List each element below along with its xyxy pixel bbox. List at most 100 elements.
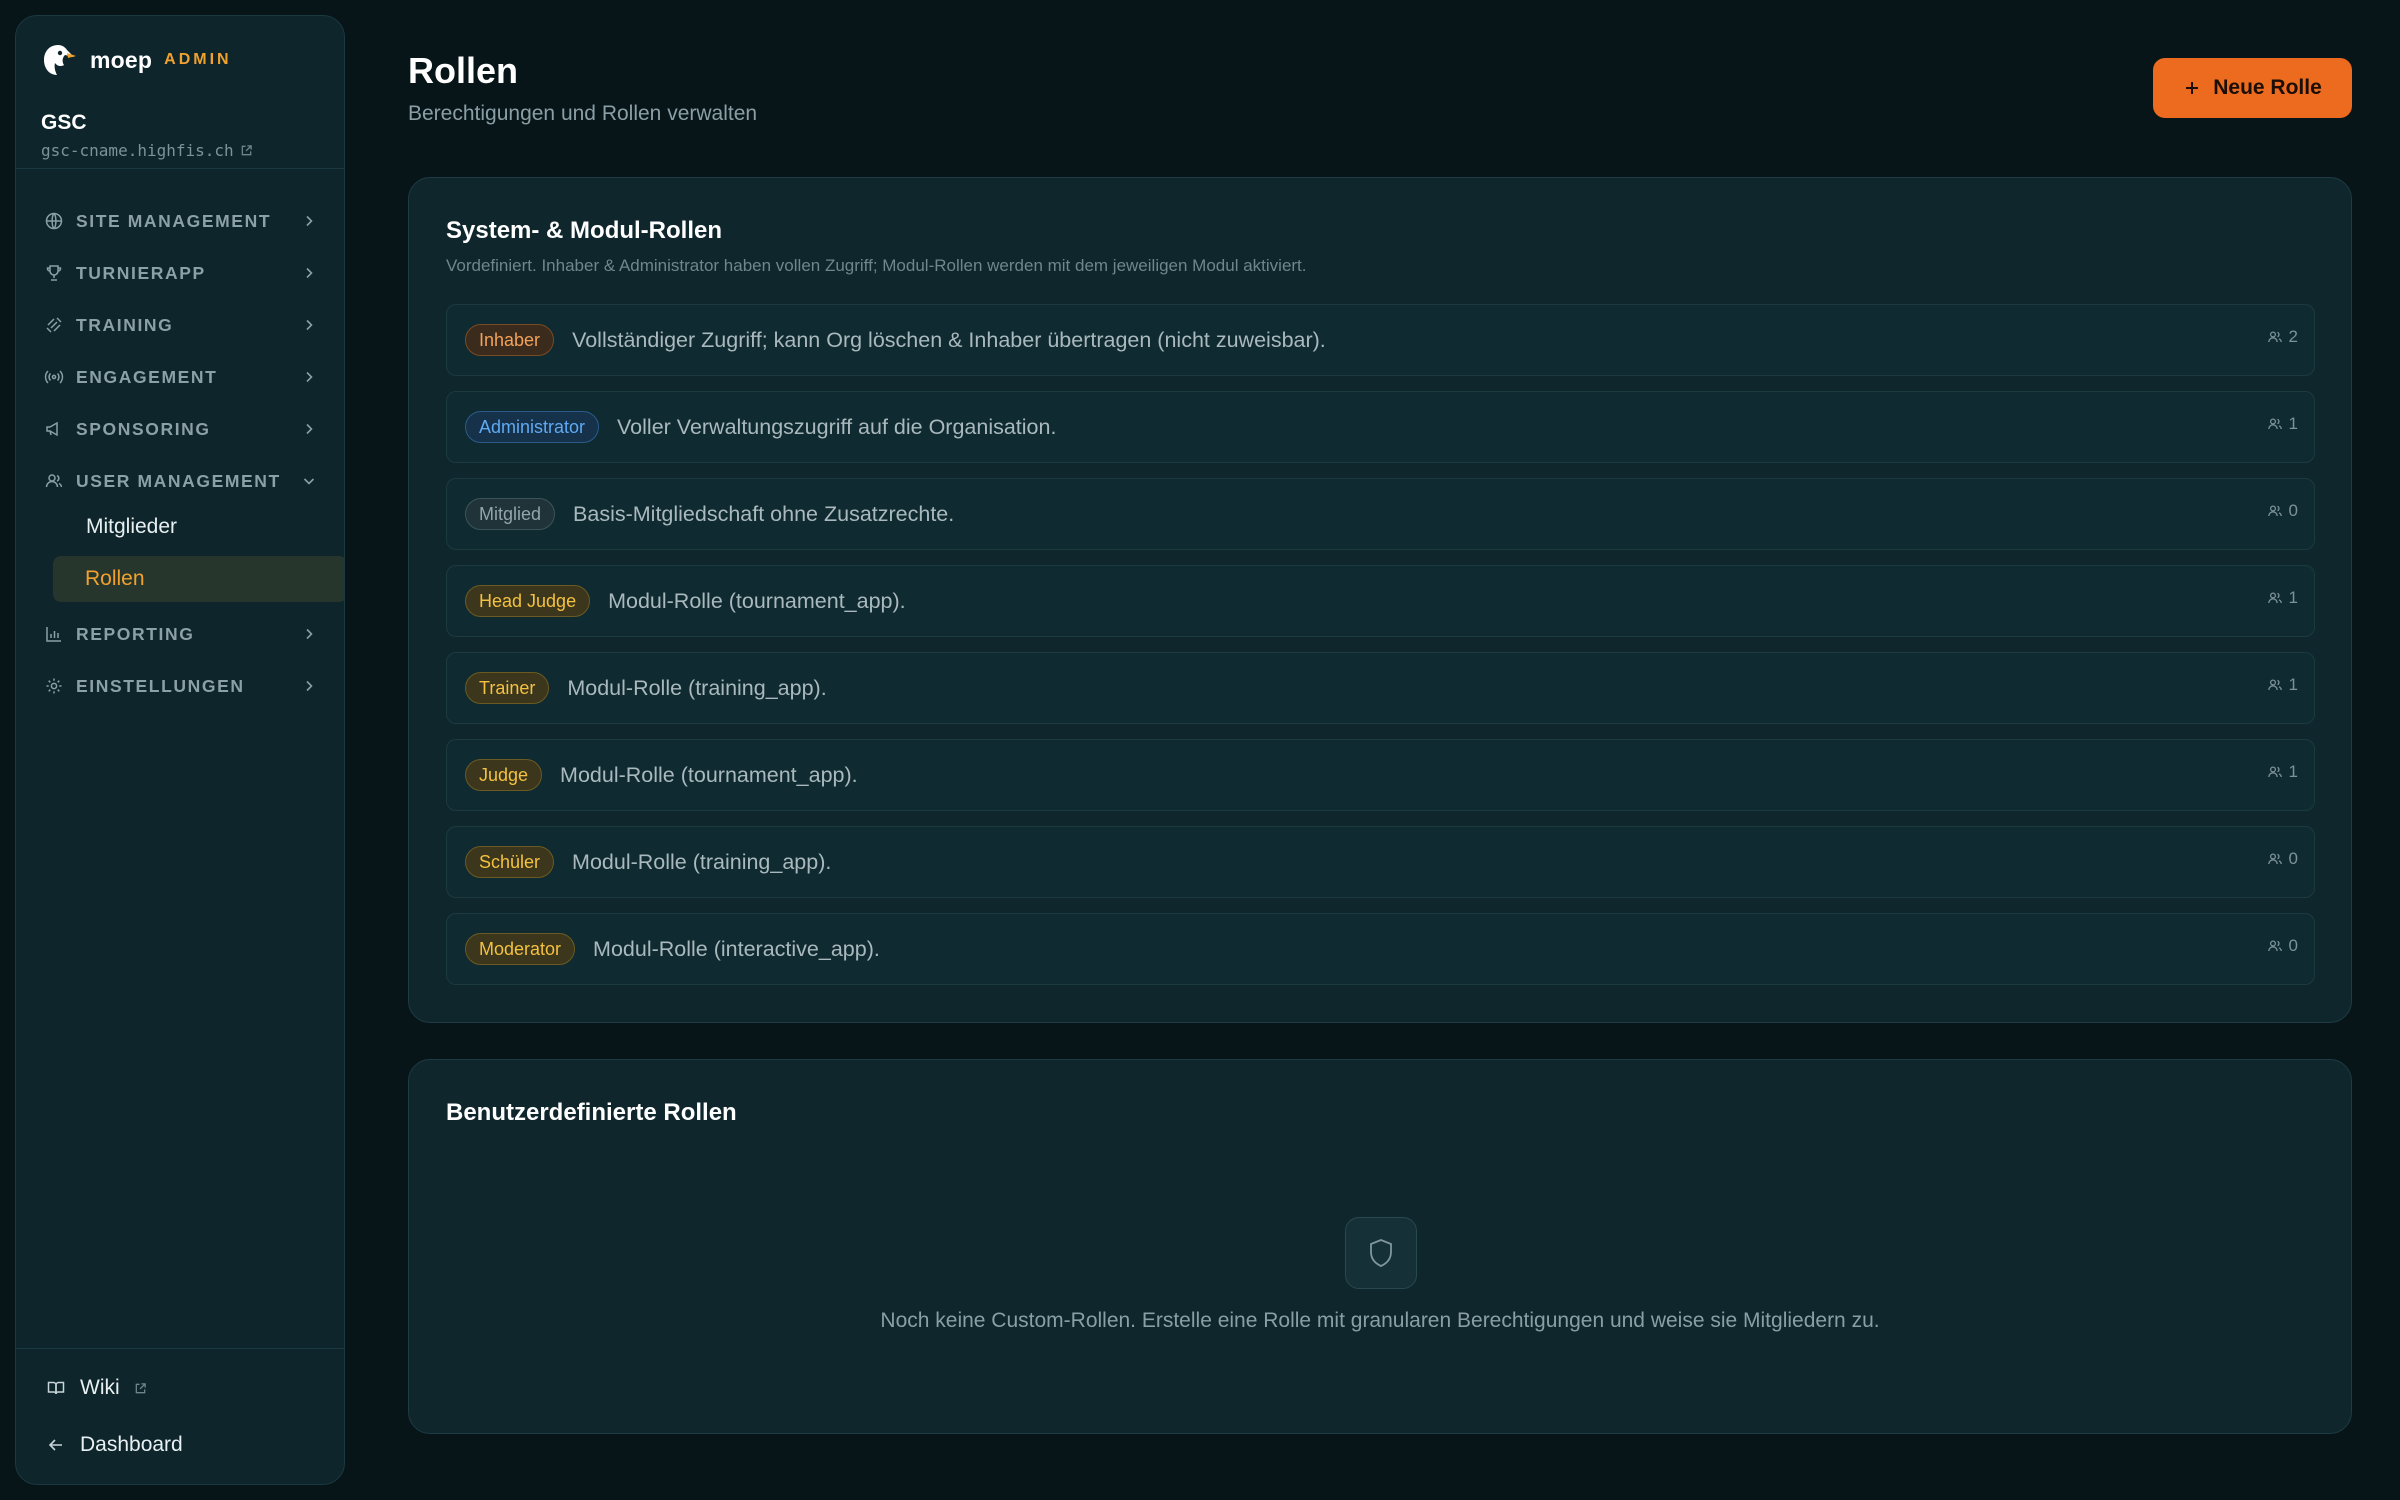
chevron-right-icon <box>306 423 313 435</box>
users-icon <box>2267 940 2282 952</box>
dumbbell-icon <box>46 317 62 333</box>
penguin-logo-icon <box>44 45 76 75</box>
role-badge: Inhaber <box>465 324 555 356</box>
external-link-icon <box>241 145 252 156</box>
role-badge: Trainer <box>465 672 550 704</box>
nav-subitem-rollen[interactable]: Rollen <box>53 556 344 602</box>
broadcast-icon <box>44 370 64 384</box>
role-row[interactable]: Schüler Modul-Rolle (training_app). 0 <box>446 826 2315 898</box>
role-description: Basis-Mitgliedschaft ohne Zusatzrechte. <box>573 501 955 526</box>
nav-label: EINSTELLUNGEN <box>76 675 245 696</box>
wiki-link[interactable]: Wiki <box>46 1373 147 1403</box>
role-member-count: 1 <box>2267 414 2298 434</box>
nav-item-einstellungen[interactable]: EINSTELLUNGEN <box>44 671 326 701</box>
role-description: Modul-Rolle (tournament_app). <box>560 762 858 787</box>
nav-subitem-label: Mitglieder <box>86 515 178 538</box>
role-member-count: 0 <box>2267 849 2298 869</box>
role-description: Modul-Rolle (training_app). <box>567 675 827 700</box>
role-member-count-value: 1 <box>2288 762 2298 781</box>
system-roles-title: System- & Modul-Rollen <box>446 217 723 244</box>
role-row[interactable]: Mitglied Basis-Mitgliedschaft ohne Zusatz… <box>446 478 2315 550</box>
role-description: Voller Verwaltungszugriff auf die Organi… <box>617 414 1057 439</box>
empty-state-text: Noch keine Custom-Rollen. Erstelle eine … <box>880 1309 1880 1332</box>
role-row[interactable]: Trainer Modul-Rolle (training_app). 1 <box>446 652 2315 724</box>
role-member-count-value: 0 <box>2288 501 2298 520</box>
new-role-button[interactable]: Neue Rolle <box>2153 58 2352 118</box>
page-subtitle: Berechtigungen und Rollen verwalten <box>408 102 758 125</box>
role-member-count: 1 <box>2267 675 2298 695</box>
role-row[interactable]: Administrator Voller Verwaltungszugriff a… <box>446 391 2315 463</box>
role-member-count: 1 <box>2267 588 2298 608</box>
role-member-count-value: 2 <box>2288 327 2298 346</box>
arrow-left-icon <box>48 1439 62 1451</box>
chevron-right-icon <box>306 319 313 331</box>
role-badge: Administrator <box>465 411 600 443</box>
nav-subitem-mitglieder[interactable]: Mitglieder <box>54 504 344 550</box>
megaphone-icon <box>46 421 58 437</box>
users-icon <box>2267 853 2282 865</box>
nav-label: SPONSORING <box>76 418 211 439</box>
role-member-count: 2 <box>2267 327 2298 347</box>
sidebar-divider <box>16 168 344 169</box>
nav-label: USER MANAGEMENT <box>76 470 281 491</box>
custom-roles-title: Benutzerdefinierte Rollen <box>446 1099 737 1126</box>
nav-item-site-management[interactable]: SITE MANAGEMENT <box>44 206 326 236</box>
brand-name: moep <box>90 46 153 73</box>
users-icon <box>45 474 63 488</box>
role-member-count-value: 0 <box>2288 936 2298 955</box>
role-row[interactable]: Inhaber Vollständiger Zugriff; kann Org l… <box>446 304 2315 376</box>
sidebar-footer-divider <box>16 1348 344 1349</box>
bar-chart-icon <box>46 627 61 642</box>
role-row[interactable]: Judge Modul-Rolle (tournament_app). 1 <box>446 739 2315 811</box>
sidebar: moep ADMIN GSC gsc-cname.highfis.ch SITE… <box>15 15 345 1485</box>
users-icon <box>2267 505 2282 517</box>
dashboard-label: Dashboard <box>80 1433 183 1456</box>
nav-subitem-label: Rollen <box>85 567 145 590</box>
role-member-count: 0 <box>2267 501 2298 521</box>
users-icon <box>2267 766 2282 778</box>
chevron-right-icon <box>306 628 313 640</box>
role-member-count: 0 <box>2267 936 2298 956</box>
chevron-right-icon <box>306 215 313 227</box>
role-member-count-value: 1 <box>2288 414 2298 433</box>
nav-item-turnierapp[interactable]: TURNIERAPP <box>44 258 326 288</box>
nav-label: REPORTING <box>76 623 195 644</box>
nav-item-training[interactable]: TRAINING <box>44 310 326 340</box>
system-roles-description: Vordefiniert. Inhaber & Administrator ha… <box>446 256 1307 275</box>
chevron-right-icon <box>306 267 313 279</box>
nav-item-engagement[interactable]: ENGAGEMENT <box>44 362 326 392</box>
plus-icon <box>2186 82 2199 94</box>
nav-label: TURNIERAPP <box>76 262 206 283</box>
brand-admin-tag: ADMIN <box>164 51 232 68</box>
chevron-right-icon <box>306 680 313 692</box>
brand[interactable]: moep ADMIN <box>40 42 232 78</box>
nav-label: TRAINING <box>76 314 174 335</box>
role-description: Modul-Rolle (training_app). <box>572 849 832 874</box>
role-badge: Moderator <box>465 933 576 965</box>
role-member-count-value: 0 <box>2288 849 2298 868</box>
role-row[interactable]: Head Judge Modul-Rolle (tournament_app). 1 <box>446 565 2315 637</box>
role-badge: Schüler <box>465 846 555 878</box>
org-domain-text: gsc-cname.highfis.ch <box>41 141 234 160</box>
page-title: Rollen <box>408 50 519 91</box>
role-description: Modul-Rolle (interactive_app). <box>593 936 880 961</box>
org-name: GSC <box>41 111 87 134</box>
role-badge: Mitglied <box>465 498 556 530</box>
org-domain-link[interactable]: gsc-cname.highfis.ch <box>41 141 253 160</box>
dashboard-link[interactable]: Dashboard <box>46 1430 183 1460</box>
role-member-count: 1 <box>2267 762 2298 782</box>
users-icon <box>2267 592 2282 604</box>
nav-label: ENGAGEMENT <box>76 366 218 387</box>
role-description: Modul-Rolle (tournament_app). <box>608 588 906 613</box>
role-row[interactable]: Moderator Modul-Rolle (interactive_app). 0 <box>446 913 2315 985</box>
users-icon <box>2267 331 2282 343</box>
role-badge: Head Judge <box>465 585 591 617</box>
nav-item-reporting[interactable]: REPORTING <box>44 619 326 649</box>
role-badge: Judge <box>465 759 543 791</box>
role-member-count-value: 1 <box>2288 588 2298 607</box>
external-link-icon <box>135 1382 146 1393</box>
book-icon <box>47 1381 65 1395</box>
nav-item-user-management[interactable]: USER MANAGEMENT <box>44 466 326 496</box>
users-icon <box>2267 679 2282 691</box>
nav-item-sponsoring[interactable]: SPONSORING <box>44 414 326 444</box>
